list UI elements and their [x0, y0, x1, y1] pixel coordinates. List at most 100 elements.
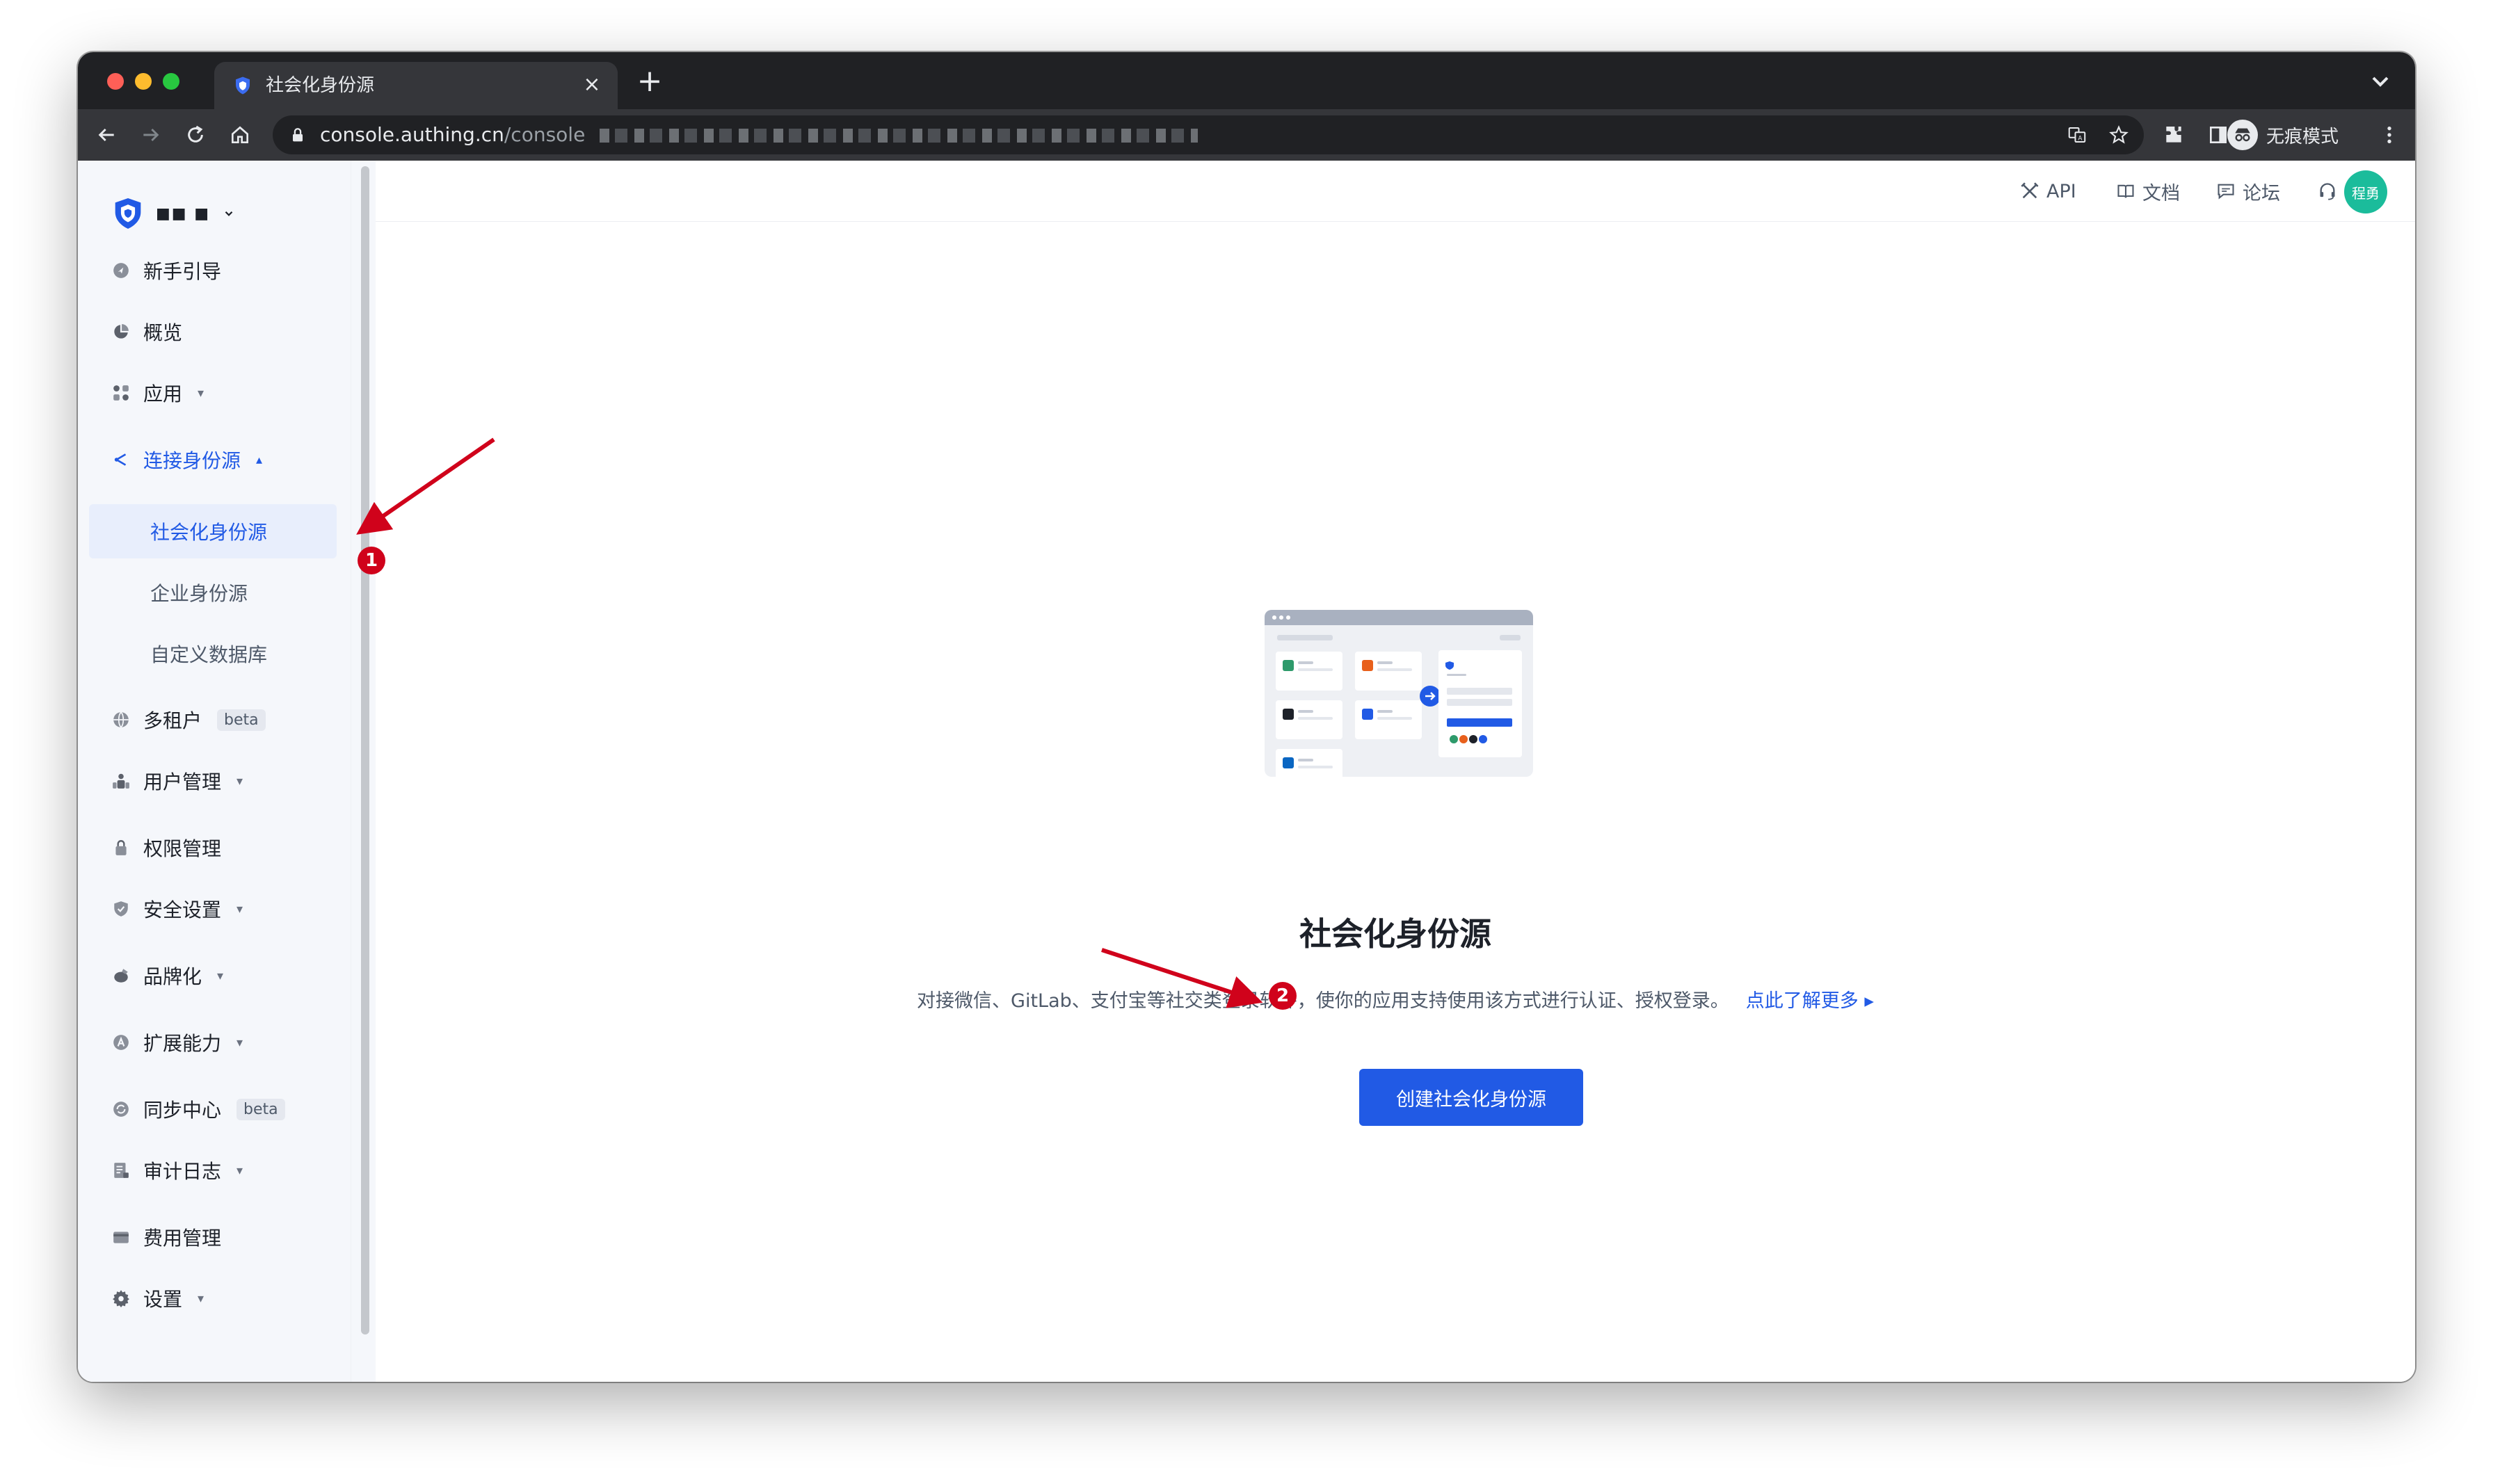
- gear-icon: [111, 1289, 131, 1308]
- reload-button[interactable]: [179, 119, 211, 151]
- sidebar-item-security[interactable]: 安全设置 ▾: [111, 887, 243, 931]
- sidebar-item-label: 安全设置: [143, 898, 222, 921]
- sidebar-item-label: 新手引导: [143, 260, 222, 283]
- sidebar-item-identity-sources[interactable]: 连接身份源 ▴: [111, 437, 262, 482]
- sidebar-subitem-enterprise[interactable]: 企业身份源: [89, 565, 337, 620]
- browser-tab[interactable]: 社会化身份源 ×: [214, 62, 618, 109]
- book-icon: [2117, 184, 2134, 198]
- arrow-left-icon: [98, 128, 114, 142]
- chevron-down-icon[interactable]: [2366, 67, 2394, 95]
- browser-toolbar: console.authing.cn/console A 无痕模式: [78, 109, 2415, 161]
- chevron-down-icon: [225, 211, 233, 216]
- pie-chart-icon: [111, 322, 131, 341]
- incognito-indicator[interactable]: 无痕模式: [2227, 119, 2339, 151]
- chat-icon: [2218, 184, 2234, 200]
- new-tab-button[interactable]: +: [634, 66, 665, 97]
- close-window-button[interactable]: [107, 73, 124, 90]
- caret-up-icon: ▴: [256, 452, 263, 467]
- docs-label: 文档: [2142, 182, 2180, 204]
- close-tab-icon[interactable]: ×: [579, 72, 605, 98]
- home-button[interactable]: [224, 119, 256, 151]
- step-marker-2: 2: [1269, 982, 1297, 1010]
- sidebar-item-label: 应用: [143, 382, 183, 405]
- caret-down-icon: ▾: [237, 901, 243, 917]
- reload-icon: [188, 125, 203, 143]
- apps-icon: [111, 383, 131, 403]
- headset-icon: [2320, 183, 2335, 200]
- console-header: API 文档 论坛 客服 程勇: [376, 161, 2415, 222]
- beta-badge: beta: [237, 1098, 285, 1120]
- authing-logo-icon: [115, 198, 141, 229]
- maximize-window-button[interactable]: [163, 73, 179, 90]
- sidebar-item-users[interactable]: 用户管理 ▾: [111, 759, 243, 803]
- share-icon: [111, 450, 131, 469]
- sidebar-subitem-social[interactable]: 社会化身份源: [89, 504, 337, 558]
- forum-link[interactable]: 论坛: [2216, 179, 2280, 204]
- learn-more-link[interactable]: 点此了解更多 ▸: [1746, 990, 1874, 1012]
- browser-window: 社会化身份源 × + console.authing.cn/console A: [78, 52, 2415, 1382]
- sidebar-item-overview[interactable]: 概览: [111, 309, 182, 354]
- sidebar: ■■ ■ 新手引导 概览 应用 ▾ 连接身份源 ▴ 社会化身份源 企业身份源 自…: [78, 161, 351, 1382]
- sidebar-item-audit-log[interactable]: 审计日志 ▾: [111, 1148, 243, 1193]
- sidebar-subitem-custom-db[interactable]: 自定义数据库: [89, 627, 337, 681]
- translate-icon[interactable]: A: [2065, 122, 2090, 147]
- sidebar-item-billing[interactable]: 费用管理: [111, 1215, 221, 1259]
- beta-badge: beta: [217, 709, 266, 731]
- bookmark-star-icon[interactable]: [2106, 122, 2131, 147]
- sidebar-item-label: 多租户: [143, 709, 202, 732]
- url-redacted: [600, 129, 1198, 143]
- extensions-button[interactable]: [2158, 119, 2190, 151]
- sidebar-item-label: 费用管理: [143, 1227, 222, 1250]
- sidebar-item-guide[interactable]: 新手引导: [111, 248, 221, 293]
- api-link[interactable]: API: [2020, 179, 2076, 204]
- caret-down-icon: ▾: [217, 968, 224, 983]
- forum-label: 论坛: [2243, 182, 2280, 204]
- sidebar-item-settings[interactable]: 设置 ▾: [111, 1276, 204, 1321]
- back-button[interactable]: [90, 119, 122, 151]
- side-panel-icon: [2210, 127, 2227, 143]
- org-name: ■■ ■: [156, 204, 211, 223]
- sidebar-item-label: 连接身份源: [143, 449, 241, 472]
- wallet-icon: [111, 1227, 131, 1247]
- brush-icon: [111, 966, 131, 985]
- home-icon: [232, 126, 248, 143]
- authing-shield-icon: [236, 76, 250, 95]
- kebab-menu-icon: [2387, 127, 2391, 143]
- console-app: ■■ ■ 新手引导 概览 应用 ▾ 连接身份源 ▴ 社会化身份源 企业身份源 自…: [78, 161, 2415, 1382]
- sidebar-item-extensions[interactable]: 扩展能力 ▾: [111, 1020, 243, 1065]
- api-label: API: [2046, 180, 2076, 202]
- forward-button[interactable]: [135, 119, 167, 151]
- org-switcher[interactable]: ■■ ■: [113, 194, 235, 233]
- log-icon: [111, 1161, 131, 1180]
- browser-menu-button[interactable]: [2373, 119, 2405, 151]
- step-marker-1: 1: [358, 547, 385, 574]
- shield-check-icon: [111, 899, 131, 919]
- caret-down-icon: ▾: [237, 1035, 243, 1050]
- docs-link[interactable]: 文档: [2116, 179, 2180, 204]
- address-bar[interactable]: console.authing.cn/console A: [273, 115, 2144, 154]
- sidebar-scrollbar[interactable]: [351, 161, 376, 1382]
- lock-icon: [293, 128, 303, 142]
- main-content: 社会化身份源 对接微信、GitLab、支付宝等社交类登录软件，使你的应用支持使用…: [376, 222, 2415, 1382]
- sidebar-item-label: 扩展能力: [143, 1032, 222, 1055]
- sidebar-item-multi-tenant[interactable]: 多租户 beta: [111, 697, 266, 742]
- create-social-source-button[interactable]: 创建社会化身份源: [1359, 1069, 1583, 1126]
- sidebar-item-label: 审计日志: [143, 1160, 222, 1183]
- sidebar-item-permissions[interactable]: 权限管理: [111, 825, 221, 870]
- sidebar-item-sync-center[interactable]: 同步中心 beta: [111, 1087, 285, 1131]
- tab-title: 社会化身份源: [266, 75, 375, 96]
- sidebar-item-branding[interactable]: 品牌化 ▾: [111, 953, 223, 998]
- sidebar-item-apps[interactable]: 应用 ▾: [111, 371, 204, 415]
- avatar[interactable]: 程勇: [2344, 170, 2387, 213]
- tools-icon: [2021, 182, 2039, 199]
- incognito-icon: [2227, 120, 2258, 150]
- lock-icon: [111, 838, 131, 857]
- page-description: 对接微信、GitLab、支付宝等社交类登录软件，使你的应用支持使用该方式进行认证…: [376, 985, 2415, 1013]
- users-icon: [111, 771, 131, 791]
- sidebar-scrollbar-thumb[interactable]: [361, 166, 369, 1334]
- puzzle-icon: [2166, 127, 2181, 143]
- sidebar-item-label: 品牌化: [143, 965, 202, 988]
- extension-icon: [111, 1033, 131, 1052]
- minimize-window-button[interactable]: [135, 73, 152, 90]
- svg-text:A: A: [2078, 136, 2082, 143]
